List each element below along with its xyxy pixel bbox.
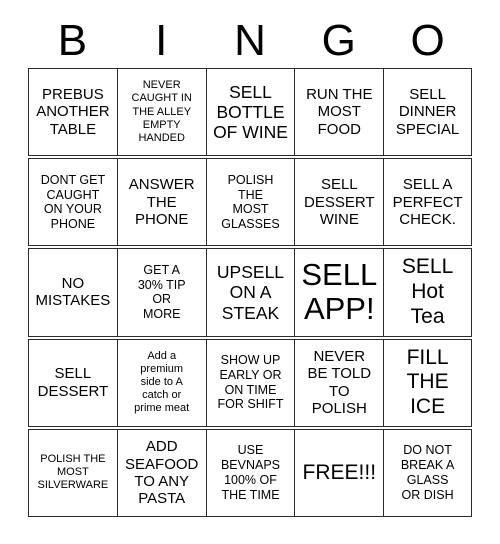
bingo-cell[interactable]: SELL DINNER SPECIAL	[383, 68, 472, 157]
bingo-cell[interactable]: NEVER BE TOLD TO POLISH	[294, 338, 385, 427]
bingo-cell[interactable]: DONT GET CAUGHT ON YOUR PHONE	[28, 158, 118, 247]
bingo-cell-label: SHOW UP EARLY OR ON TIME FOR SHIFT	[217, 353, 284, 412]
bingo-cell-label: FREE!!!	[302, 460, 377, 484]
bingo-header-letter-g: G	[321, 16, 356, 65]
bingo-cell-label: ANSWER THE PHONE	[128, 176, 195, 228]
bingo-cell[interactable]: PREBUS ANOTHER TABLE	[28, 68, 118, 157]
bingo-cell-label: NEVER BE TOLD TO POLISH	[307, 347, 372, 418]
bingo-cell[interactable]: POLISH THE MOST SILVERWARE	[28, 428, 118, 517]
bingo-header-row: B I N G O	[28, 16, 472, 66]
bingo-cell[interactable]: GET A 30% TIP OR MORE	[116, 248, 207, 337]
bingo-cell-label: SELL Hot Tea	[401, 255, 454, 328]
bingo-cell-label: SELL BOTTLE OF WINE	[213, 81, 288, 143]
bingo-cell-free-space[interactable]: USE BEVNAPS 100% OF THE TIME	[205, 428, 296, 517]
bingo-cell-label: FILL THE ICE	[406, 345, 449, 419]
bingo-card: B I N G O PREBUS ANOTHER TABLE NEVER CAUG…	[0, 0, 500, 544]
bingo-header-letter-o: O	[410, 16, 445, 65]
bingo-cell[interactable]: UPSELL ON A STEAK	[205, 248, 296, 337]
bingo-cell-label: DO NOT BREAK A GLASS OR DISH	[400, 443, 455, 502]
bingo-cell-label: POLISH THE MOST GLASSES	[221, 172, 280, 232]
bingo-cell-label: POLISH THE MOST SILVERWARE	[37, 453, 109, 492]
bingo-cell-label: DONT GET CAUGHT ON YOUR PHONE	[40, 172, 106, 232]
bingo-cell-label: UPSELL ON A STEAK	[216, 262, 285, 323]
bingo-cell[interactable]: NEVER CAUGHT IN THE ALLEY EMPTY HANDED	[116, 68, 207, 157]
bingo-cell-label: SELL DESSERT WINE	[304, 176, 375, 228]
bingo-cell[interactable]: ANSWER THE PHONE	[116, 158, 207, 247]
bingo-header-letter-b: B	[57, 16, 88, 65]
bingo-cell-label: SELL APP!	[301, 256, 378, 327]
bingo-cell[interactable]: SELL Hot Tea	[383, 248, 472, 337]
bingo-cell-label: SELL DESSERT	[37, 365, 109, 400]
bingo-cell[interactable]: FREE!!!	[294, 428, 385, 517]
bingo-grid: PREBUS ANOTHER TABLE NEVER CAUGHT IN THE …	[28, 68, 472, 517]
bingo-cell[interactable]: SELL APP!	[294, 248, 385, 337]
bingo-cell-label: ADD SEAFOOD TO ANY PASTA	[125, 438, 199, 508]
bingo-cell[interactable]: Add a premium side to A catch or prime m…	[116, 338, 207, 427]
bingo-cell-label: SELL A PERFECT CHECK.	[392, 176, 463, 228]
bingo-cell[interactable]: SELL DESSERT	[28, 338, 118, 427]
bingo-cell[interactable]: SELL A PERFECT CHECK.	[383, 158, 472, 247]
bingo-cell[interactable]: DO NOT BREAK A GLASS OR DISH	[383, 428, 472, 517]
bingo-cell-label: Add a premium side to A catch or prime m…	[134, 349, 190, 415]
bingo-cell[interactable]: SELL BOTTLE OF WINE	[205, 68, 296, 157]
bingo-cell-label: PREBUS ANOTHER TABLE	[36, 86, 110, 138]
bingo-cell-label: SELL DINNER SPECIAL	[395, 86, 460, 138]
bingo-cell[interactable]: SHOW UP EARLY OR ON TIME FOR SHIFT	[205, 338, 296, 427]
bingo-cell[interactable]: RUN THE MOST FOOD	[294, 68, 385, 157]
bingo-cell-label: NEVER CAUGHT IN THE ALLEY EMPTY HANDED	[131, 79, 192, 144]
bingo-cell-label: NO MISTAKES	[35, 275, 111, 310]
bingo-cell[interactable]: FILL THE ICE	[383, 338, 472, 427]
bingo-cell-label: RUN THE MOST FOOD	[306, 86, 373, 138]
bingo-cell[interactable]: NO MISTAKES	[28, 248, 118, 337]
bingo-cell-label: GET A 30% TIP OR MORE	[137, 262, 186, 322]
bingo-cell-label: USE BEVNAPS 100% OF THE TIME	[220, 443, 281, 502]
bingo-cell[interactable]: SELL DESSERT WINE	[294, 158, 385, 247]
bingo-cell[interactable]: POLISH THE MOST GLASSES	[205, 158, 296, 247]
bingo-header-letter-i: I	[155, 16, 168, 65]
bingo-header-letter-n: N	[234, 16, 266, 65]
bingo-cell[interactable]: ADD SEAFOOD TO ANY PASTA	[116, 428, 207, 517]
